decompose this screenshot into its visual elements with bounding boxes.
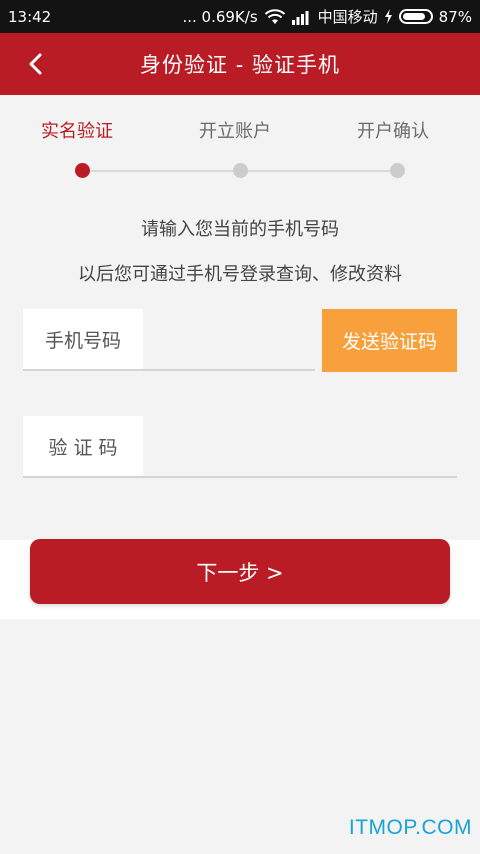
step-label-1: 实名验证	[41, 121, 113, 142]
chevron-left-icon	[29, 53, 42, 75]
code-field-underline	[23, 476, 457, 478]
hint-line-2: 以后您可通过手机号登录查询、修改资料	[78, 264, 402, 285]
status-time: 13:42	[8, 7, 52, 26]
step-dot-3	[390, 163, 405, 178]
step-dot-2	[233, 163, 248, 178]
status-bar: 13:42 ... 0.69K/s 中国移动 87%	[0, 0, 480, 33]
step-label-2: 开立账户	[199, 121, 271, 142]
network-speed: ... 0.69K/s	[182, 7, 258, 26]
signal-icon	[291, 9, 312, 25]
step-progress: 实名验证 开立账户 开户确认	[0, 95, 480, 195]
phone-field-label: 手机号码	[23, 309, 143, 370]
step-label-3: 开户确认	[357, 121, 429, 142]
page-title: 身份验证 - 验证手机	[140, 53, 340, 77]
phone-field-underline	[23, 369, 315, 371]
battery-level	[402, 13, 426, 20]
battery-icon	[398, 9, 433, 24]
title-bar: 身份验证 - 验证手机	[0, 33, 480, 95]
charging-icon	[384, 9, 393, 24]
back-button[interactable]	[22, 49, 48, 79]
step-connector-2	[247, 170, 391, 172]
wifi-icon	[264, 8, 286, 25]
status-indicators: ... 0.69K/s 中国移动 87%	[182, 6, 472, 27]
next-step-button[interactable]: 下一步 >	[30, 539, 450, 604]
send-code-button[interactable]: 发送验证码	[322, 309, 457, 372]
hint-line-1: 请输入您当前的手机号码	[141, 219, 339, 240]
carrier-name: 中国移动	[317, 8, 378, 26]
battery-percent: 87%	[438, 7, 472, 26]
step-connector-1	[89, 170, 233, 172]
phone-input[interactable]	[150, 320, 312, 360]
watermark-logo: ITMOP.COM	[348, 816, 472, 839]
step-dot-1	[75, 163, 90, 178]
code-field-label: 验 证 码	[23, 416, 143, 476]
verification-code-input[interactable]	[150, 426, 455, 466]
